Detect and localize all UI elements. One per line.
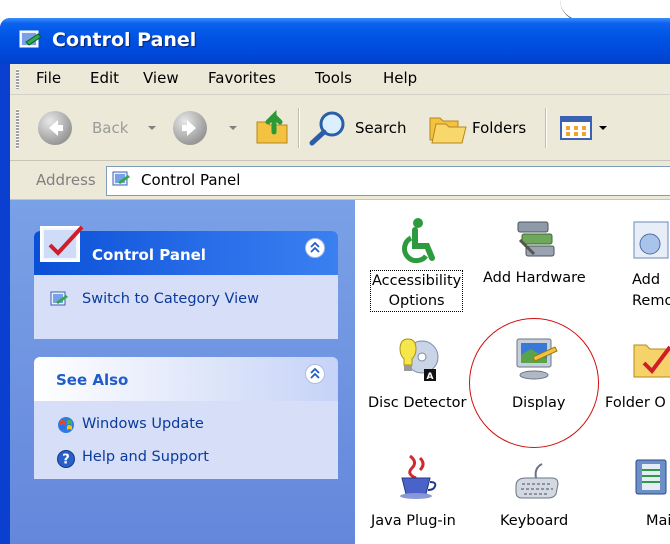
accessibility-icon: [402, 218, 435, 264]
search-button[interactable]: Search: [355, 119, 407, 137]
address-value[interactable]: Control Panel: [141, 171, 240, 189]
toolbar-separator: [545, 108, 547, 148]
menu-view[interactable]: View: [143, 69, 179, 87]
control-panel-window: Control Panel File Edit View Favorites T…: [0, 0, 670, 544]
toolbar-grip[interactable]: [16, 109, 19, 149]
control-panel-box-title: Control Panel: [92, 246, 206, 264]
windows-update-icon: [58, 417, 74, 433]
java-plugin-label: Java Plug-in: [371, 513, 456, 529]
menu-favorites[interactable]: Favorites: [208, 69, 276, 87]
see-also-title: See Also: [56, 371, 129, 389]
collapse-see-also-box[interactable]: [305, 364, 325, 384]
back-dropdown-icon[interactable]: [148, 126, 156, 130]
chevron-up-icon: [310, 241, 320, 253]
toolbar-separator: [298, 108, 300, 148]
help-icon: ?: [57, 450, 75, 468]
search-icon[interactable]: [306, 109, 350, 147]
back-label[interactable]: Back: [92, 119, 128, 137]
back-button[interactable]: [38, 111, 72, 145]
add-hardware-icon: [517, 221, 555, 257]
menu-grip[interactable]: [16, 69, 19, 89]
help-and-support-link[interactable]: Help and Support: [82, 449, 209, 465]
disc-detector-label: Disc Detector: [368, 395, 467, 411]
java-cup-icon: [400, 454, 437, 499]
add-remove-programs-icon: [633, 221, 669, 259]
keyboard-icon: [515, 463, 559, 499]
forward-arrow-icon: [182, 120, 196, 136]
accessibility-label-line2: Options: [388, 293, 445, 309]
folders-button[interactable]: Folders: [472, 119, 526, 137]
forward-dropdown-icon[interactable]: [229, 126, 237, 130]
mail-icon: [635, 459, 667, 495]
display-highlight-circle: [469, 318, 599, 448]
views-dropdown-icon[interactable]: [599, 126, 607, 130]
address-label: Address: [36, 171, 96, 189]
switch-view-icon: [50, 291, 68, 306]
collapse-control-panel-box[interactable]: [305, 238, 325, 258]
menu-tools[interactable]: Tools: [315, 69, 352, 87]
control-panel-icon: [19, 30, 42, 48]
windows-update-link[interactable]: Windows Update: [82, 416, 204, 432]
control-panel-icon: [112, 171, 130, 186]
forward-button[interactable]: [173, 111, 207, 145]
control-panel-large-icon: [40, 225, 84, 262]
folder-options-icon: [633, 344, 670, 378]
back-arrow-icon: [49, 120, 63, 136]
mail-label: Mai: [646, 513, 670, 529]
folders-icon[interactable]: [428, 110, 468, 146]
menu-help[interactable]: Help: [383, 69, 417, 87]
views-icon[interactable]: [560, 116, 594, 142]
up-folder-icon[interactable]: [254, 108, 290, 146]
chevron-up-icon: [310, 367, 320, 379]
folder-options-label: Folder O: [605, 395, 666, 411]
svg-text:?: ?: [62, 453, 70, 468]
svg-text:A: A: [427, 372, 434, 382]
disc-detector-icon: A: [399, 338, 439, 382]
menu-file[interactable]: File: [36, 69, 61, 87]
add-remove-label-line1: Add: [632, 272, 661, 288]
add-remove-label-line2: Remov: [632, 293, 670, 309]
window-title: Control Panel: [52, 29, 197, 51]
accessibility-label-line1: Accessibility: [372, 273, 462, 289]
switch-to-category-view-link[interactable]: Switch to Category View: [82, 291, 259, 307]
add-hardware-label: Add Hardware: [483, 270, 586, 286]
keyboard-label: Keyboard: [500, 513, 569, 529]
menu-edit[interactable]: Edit: [90, 69, 119, 87]
